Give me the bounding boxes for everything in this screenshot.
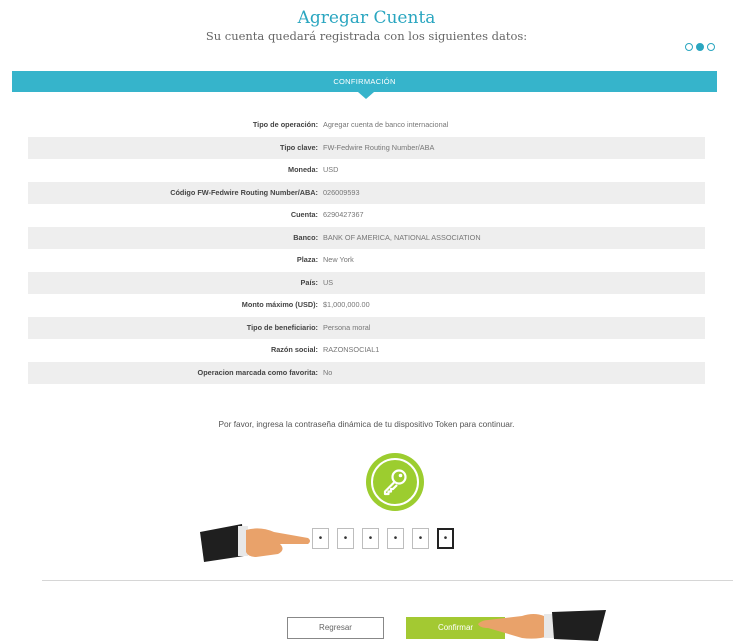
step-dot-1 bbox=[685, 43, 693, 51]
detail-row: Cuenta: 6290427367 bbox=[28, 204, 705, 227]
token-prompt: Por favor, ingresa la contraseña dinámic… bbox=[218, 419, 515, 429]
page-subtitle: Su cuenta quedará registrada con los sig… bbox=[205, 29, 528, 43]
detail-label: Razón social: bbox=[270, 345, 318, 354]
token-inputs: • • • • • • bbox=[312, 528, 454, 549]
detail-value: BANK OF AMERICA, NATIONAL ASSOCIATION bbox=[323, 232, 481, 242]
detail-label: Operacion marcada como favorita: bbox=[197, 367, 318, 377]
detail-label: Monto máximo (USD): bbox=[241, 300, 318, 309]
detail-label: Tipo clave: bbox=[280, 142, 318, 152]
detail-label: Tipo de operación: bbox=[252, 120, 318, 129]
detail-value: 6290427367 bbox=[323, 210, 364, 219]
token-digit-6[interactable]: • bbox=[437, 528, 454, 549]
detail-label: Código FW-Fedwire Routing Number/ABA: bbox=[170, 187, 318, 197]
detail-label: Cuenta: bbox=[290, 210, 318, 219]
section-header-arrow bbox=[358, 92, 374, 99]
detail-label: Banco: bbox=[293, 232, 318, 242]
step-indicator bbox=[685, 43, 715, 51]
detail-value: FW-Fedwire Routing Number/ABA bbox=[323, 142, 435, 152]
detail-row: Tipo clave: FW-Fedwire Routing Number/ABA bbox=[28, 136, 705, 159]
detail-row: Banco: BANK OF AMERICA, NATIONAL ASSOCIAT… bbox=[28, 226, 705, 249]
page-title: Agregar Cuenta bbox=[297, 8, 436, 28]
key-icon bbox=[366, 453, 424, 511]
pointing-hand-icon bbox=[478, 610, 606, 641]
detail-row: Razón social: RAZONSOCIAL1 bbox=[28, 339, 705, 362]
token-digit-4[interactable]: • bbox=[387, 528, 404, 549]
token-digit-5[interactable]: • bbox=[412, 528, 429, 549]
step-dot-3 bbox=[707, 43, 715, 51]
detail-value: US bbox=[323, 277, 334, 287]
detail-value: New York bbox=[323, 255, 354, 264]
detail-value: $1,000,000.00 bbox=[323, 300, 370, 309]
detail-label: País: bbox=[300, 277, 318, 287]
token-digit-2[interactable]: • bbox=[337, 528, 354, 549]
detail-row: Tipo de beneficiario: Persona moral bbox=[28, 316, 705, 339]
detail-row: Moneda: USD bbox=[28, 159, 705, 182]
divider bbox=[42, 580, 733, 581]
token-digit-1[interactable]: • bbox=[312, 528, 329, 549]
pointing-hand-icon bbox=[200, 524, 310, 562]
detail-row: Tipo de operación: Agregar cuenta de banc… bbox=[28, 114, 705, 137]
detail-label: Moneda: bbox=[288, 165, 318, 174]
detail-row: País: US bbox=[28, 271, 705, 294]
detail-value: Agregar cuenta de banco internacional bbox=[323, 120, 449, 129]
details-table: Tipo de operación: Agregar cuenta de banc… bbox=[28, 114, 705, 384]
detail-label: Plaza: bbox=[296, 255, 318, 264]
detail-value: No bbox=[323, 367, 333, 377]
detail-row: Plaza: New York bbox=[28, 249, 705, 272]
back-button[interactable]: Regresar bbox=[287, 617, 384, 639]
detail-label: Tipo de beneficiario: bbox=[246, 322, 318, 332]
detail-row: Código FW-Fedwire Routing Number/ABA: 026… bbox=[28, 181, 705, 204]
detail-value: USD bbox=[323, 165, 339, 174]
token-digit-3[interactable]: • bbox=[362, 528, 379, 549]
section-header: CONFIRMACIÓN bbox=[12, 71, 717, 92]
detail-value: Persona moral bbox=[323, 322, 371, 332]
detail-row: Operacion marcada como favorita: No bbox=[28, 361, 705, 384]
detail-value: RAZONSOCIAL1 bbox=[323, 345, 380, 354]
step-dot-2 bbox=[696, 43, 704, 51]
detail-row: Monto máximo (USD): $1,000,000.00 bbox=[28, 294, 705, 317]
detail-value: 026009593 bbox=[323, 187, 360, 197]
